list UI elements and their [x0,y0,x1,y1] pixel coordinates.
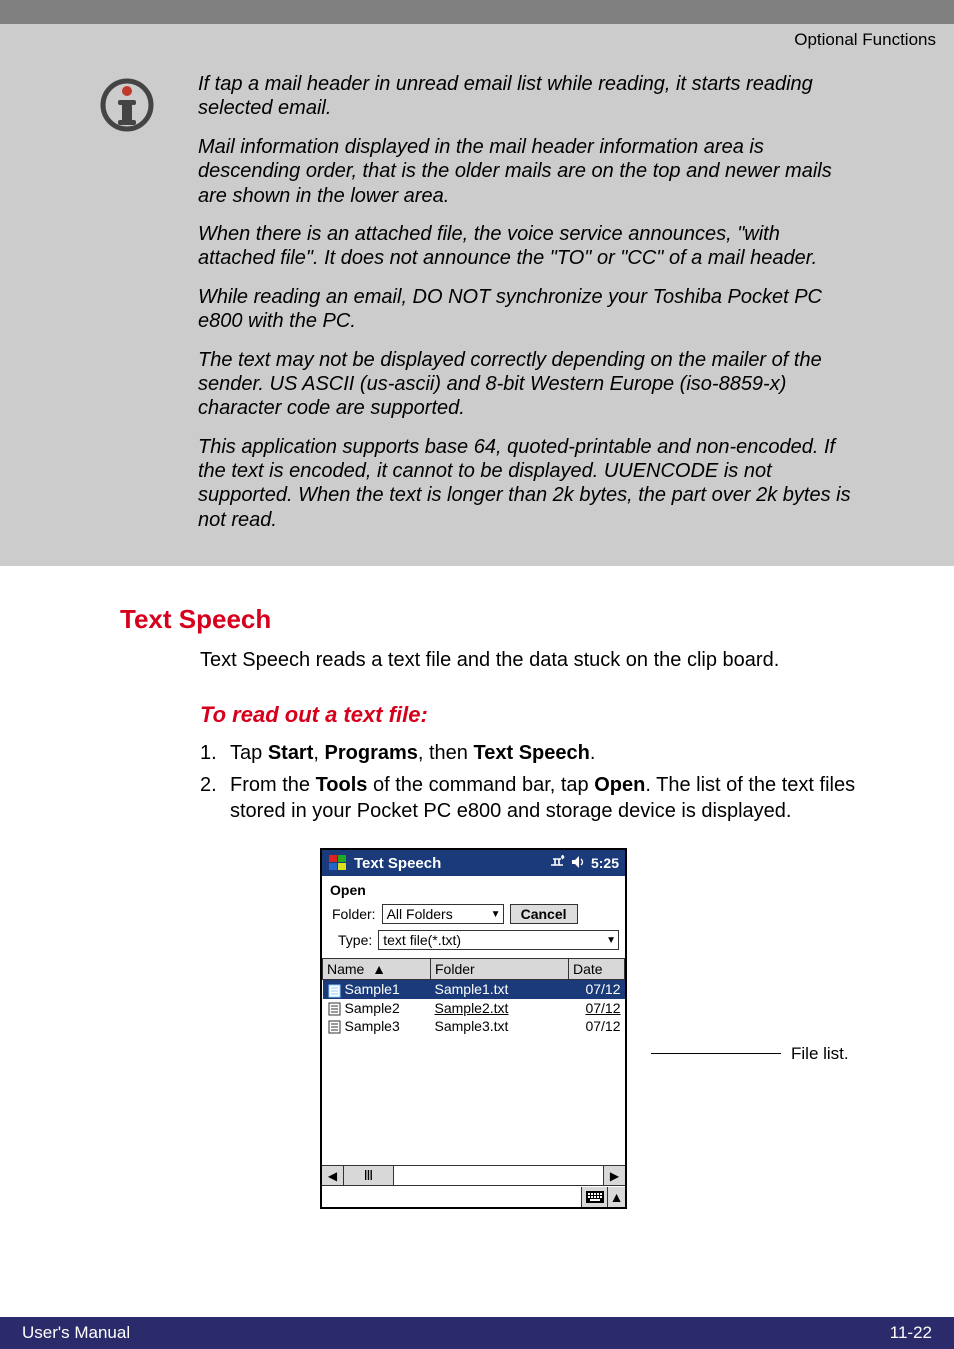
section-heading: Text Speech [120,604,864,635]
step-item: 2. From the Tools of the command bar, ta… [200,772,864,824]
chevron-down-icon: ▼ [606,935,616,946]
cell-folder: Sample2.txt [431,999,569,1017]
note-body: If tap a mail header in unread email lis… [198,72,860,532]
cell-name: Sample1 [345,981,400,997]
chevron-down-icon: ▼ [491,909,501,920]
table-header-row: Name ▲ Folder Date [323,959,625,980]
cell-folder: Sample3.txt [431,1017,569,1035]
note-para: This application supports base 64, quote… [198,435,860,533]
callout-text: File list. [791,1044,849,1064]
main-content: Text Speech Text Speech reads a text fil… [0,566,954,1209]
page-footer: User's Manual 11-22 [0,1317,954,1349]
scroll-left-icon[interactable]: ◀ [322,1166,344,1185]
scroll-thumb[interactable]: Ⅲ [344,1166,394,1185]
cell-date: 07/12 [569,1017,625,1035]
network-icon [549,855,565,872]
ss-titlebar: Text Speech 5:25 [322,850,625,876]
top-gray-bar [0,0,954,24]
info-note: If tap a mail header in unread email lis… [0,56,954,566]
steps-list: 1. Tap Start, Programs, then Text Speech… [200,740,864,824]
step-text: Tap Start, Programs, then Text Speech. [230,740,864,766]
type-label: Type: [338,932,372,948]
footer-right: 11-22 [890,1323,932,1343]
ss-title: Text Speech [354,855,441,872]
ss-folder-row: Folder: All Folders ▼ Cancel [322,902,625,928]
col-date[interactable]: Date [569,959,625,980]
app-screenshot: Text Speech 5:25 Open Folder: All Folder… [320,848,627,1209]
note-para: If tap a mail header in unread email lis… [198,72,860,121]
ss-title-right: 5:25 [549,855,619,872]
section-subheading: To read out a text file: [200,702,864,728]
type-combo[interactable]: text file(*.txt) ▼ [378,930,619,950]
step-number: 2. [200,772,230,824]
keyboard-icon[interactable] [581,1187,607,1207]
cancel-button[interactable]: Cancel [510,904,578,924]
text-file-icon [327,984,343,998]
folder-combo[interactable]: All Folders ▼ [382,904,504,924]
ss-scrollbar[interactable]: ◀ Ⅲ ▶ [322,1165,625,1185]
col-folder[interactable]: Folder [431,959,569,980]
cell-name: Sample2 [345,1000,400,1016]
table-row[interactable]: Sample3 Sample3.txt 07/12 [323,1017,625,1035]
page-header: Optional Functions [0,24,954,56]
text-file-icon [327,1020,343,1034]
scroll-track[interactable] [394,1166,603,1185]
sort-asc-icon: ▲ [372,961,386,977]
cell-date: 07/12 [569,980,625,999]
ss-open-label: Open [322,876,625,902]
file-table: Name ▲ Folder Date Sample1 Sample1.txt 0… [322,958,625,1035]
header-right-text: Optional Functions [794,30,936,49]
footer-left: User's Manual [22,1323,130,1343]
sip-up-icon[interactable]: ▲ [607,1187,625,1207]
folder-value: All Folders [387,906,453,922]
speaker-icon [571,855,585,872]
ss-statusbar: ▲ [322,1185,625,1207]
info-icon [100,78,154,132]
step-text: From the Tools of the command bar, tap O… [230,772,864,824]
windows-flag-icon [328,854,348,872]
col-name[interactable]: Name ▲ [323,959,431,980]
cell-date: 07/12 [569,999,625,1017]
step-number: 1. [200,740,230,766]
section-intro: Text Speech reads a text file and the da… [200,649,864,672]
ss-type-row: Type: text file(*.txt) ▼ [322,928,625,954]
step-item: 1. Tap Start, Programs, then Text Speech… [200,740,864,766]
cell-name: Sample3 [345,1018,400,1034]
type-value: text file(*.txt) [383,932,461,948]
callout-line [651,1053,781,1054]
cell-folder: Sample1.txt [431,980,569,999]
scroll-right-icon[interactable]: ▶ [603,1166,625,1185]
note-para: Mail information displayed in the mail h… [198,135,860,208]
callout: File list. [651,1044,849,1064]
text-file-icon [327,1002,343,1016]
note-para: The text may not be displayed correctly … [198,348,860,421]
table-row[interactable]: Sample1 Sample1.txt 07/12 [323,980,625,999]
screenshot-row: Text Speech 5:25 Open Folder: All Folder… [320,848,864,1209]
ss-time: 5:25 [591,855,619,871]
note-para: When there is an attached file, the voic… [198,222,860,271]
folder-label: Folder: [332,906,376,922]
table-row[interactable]: Sample2 Sample2.txt 07/12 [323,999,625,1017]
ss-empty-area [322,1035,625,1165]
note-para: While reading an email, DO NOT synchroni… [198,285,860,334]
